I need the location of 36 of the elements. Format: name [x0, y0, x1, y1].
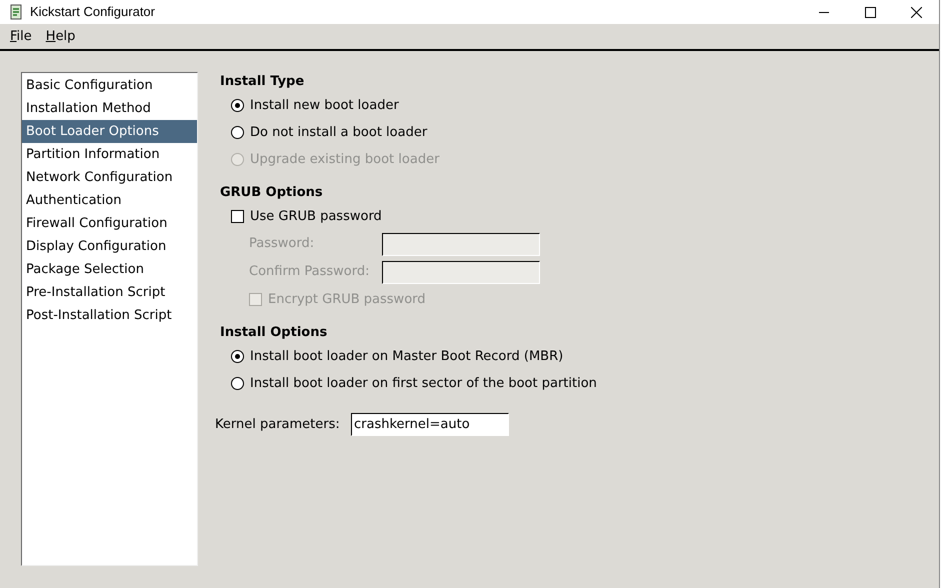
radio-label: Upgrade existing boot loader — [250, 150, 440, 169]
maximize-icon — [864, 6, 876, 18]
radio-button[interactable] — [231, 350, 244, 363]
radio-label: Install boot loader on first sector of the boot partition — [250, 374, 597, 393]
section-heading: GRUB Options — [220, 184, 324, 202]
close-icon — [910, 6, 922, 18]
sidebar-item[interactable]: Network Configuration — [22, 166, 197, 189]
sidebar-item[interactable]: Partition Information — [22, 143, 197, 166]
kernel-parameters-field[interactable]: crashkernel=auto — [351, 413, 509, 436]
field-label: Password: — [249, 235, 316, 254]
field-label: Confirm Password: — [249, 263, 370, 282]
checkbox-label: Use GRUB password — [250, 208, 382, 226]
section-heading: Install Options — [220, 324, 328, 342]
radio-button[interactable] — [231, 126, 244, 139]
radio-label: Install new boot loader — [250, 96, 399, 115]
sidebar-item[interactable]: Package Selection — [22, 258, 197, 281]
radio-button[interactable] — [231, 377, 244, 390]
radio-label: Do not install a boot loader — [250, 124, 428, 142]
sidebar-item[interactable]: Boot Loader Options — [22, 120, 197, 143]
checkbox-label: Encrypt GRUB password — [268, 290, 426, 309]
kernel-parameters-label: Kernel parameters: — [215, 416, 341, 434]
radio-label: Install boot loader on Master Boot Record (MBR) — [250, 348, 564, 366]
section-heading: Install Type — [220, 73, 306, 92]
radio-button[interactable] — [231, 99, 244, 112]
sidebar-item[interactable]: Installation Method — [22, 97, 197, 120]
sidebar-item[interactable]: Basic Configuration — [22, 74, 197, 97]
sidebar-item[interactable]: Authentication — [22, 189, 197, 212]
checkbox[interactable] — [231, 210, 244, 223]
menu-item[interactable]: Help — [38, 26, 82, 46]
menu-item[interactable]: File — [3, 26, 39, 46]
sidebar-item[interactable]: Firewall Configuration — [22, 212, 197, 235]
sidebar-item[interactable]: Post-Installation Script — [22, 304, 197, 327]
app-icon — [9, 4, 23, 20]
sidebar-item[interactable]: Pre-Installation Script — [22, 281, 197, 304]
window-title: Kickstart Configurator — [30, 3, 155, 22]
sidebar-item[interactable]: Display Configuration — [22, 235, 197, 258]
